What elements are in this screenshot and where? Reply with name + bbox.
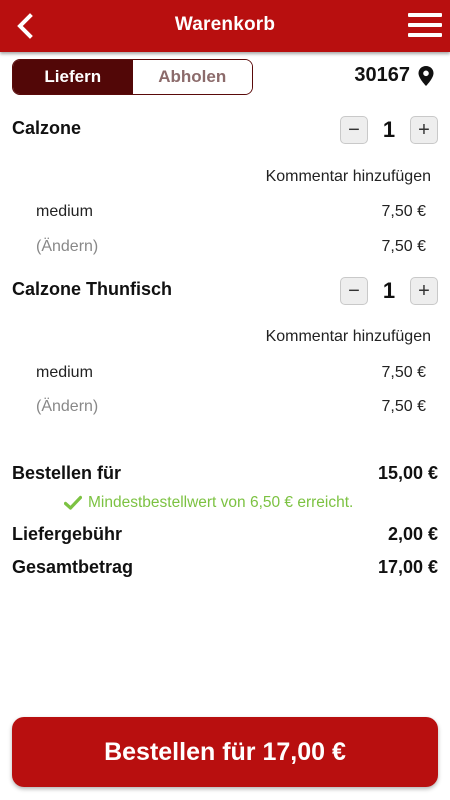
subtotal-value: 15,00 €: [377, 463, 438, 483]
hamburger-menu-icon: [408, 13, 442, 17]
delivery-fee-label: Liefergebühr: [12, 524, 123, 544]
map-pin-icon: [418, 65, 434, 86]
delivery-mode-toggle: Liefern Abholen: [12, 59, 253, 95]
zip-code: 30167: [354, 64, 410, 86]
subtotal-label: Bestellen für: [12, 463, 122, 483]
app-header: Warenkorb: [0, 0, 450, 52]
option-price: 7,50 €: [381, 364, 426, 381]
change-option-link[interactable]: (Ändern): [36, 238, 98, 256]
increment-button[interactable]: +: [410, 277, 438, 305]
tab-delivery[interactable]: Liefern: [13, 60, 133, 94]
location-selector[interactable]: 30167: [354, 64, 434, 87]
option-price: 7,50 €: [381, 238, 426, 255]
change-option-link[interactable]: (Ändern): [36, 398, 98, 416]
tab-pickup[interactable]: Abholen: [132, 60, 252, 94]
option-price: 7,50 €: [381, 398, 426, 415]
total-label: Gesamtbetrag: [12, 557, 134, 577]
minimum-order-note: Mindestbestellwert von 6,50 € erreicht.: [64, 494, 353, 512]
minimum-order-text: Mindestbestellwert von 6,50 € erreicht.: [88, 494, 354, 511]
quantity-stepper: − 1 +: [340, 276, 438, 306]
option-label: medium: [36, 364, 93, 381]
page-title: Warenkorb: [174, 14, 276, 35]
add-comment-link[interactable]: Kommentar hinzufügen: [266, 328, 431, 346]
option-label: medium: [36, 203, 93, 220]
quantity-value: 1: [382, 117, 396, 142]
delivery-fee-value: 2,00 €: [387, 524, 438, 544]
check-icon: [64, 495, 82, 510]
quantity-stepper: − 1 +: [340, 115, 438, 145]
total-value: 17,00 €: [377, 557, 438, 577]
menu-button[interactable]: [408, 13, 442, 39]
place-order-button[interactable]: Bestellen für 17,00 €: [12, 717, 438, 787]
cart-item-name: Calzone: [12, 118, 82, 138]
add-comment-link[interactable]: Kommentar hinzufügen: [266, 168, 431, 186]
decrement-button[interactable]: −: [340, 277, 368, 305]
option-price: 7,50 €: [381, 203, 426, 220]
cart-item-name: Calzone Thunfisch: [12, 279, 173, 299]
quantity-value: 1: [382, 278, 396, 303]
increment-button[interactable]: +: [410, 116, 438, 144]
decrement-button[interactable]: −: [340, 116, 368, 144]
